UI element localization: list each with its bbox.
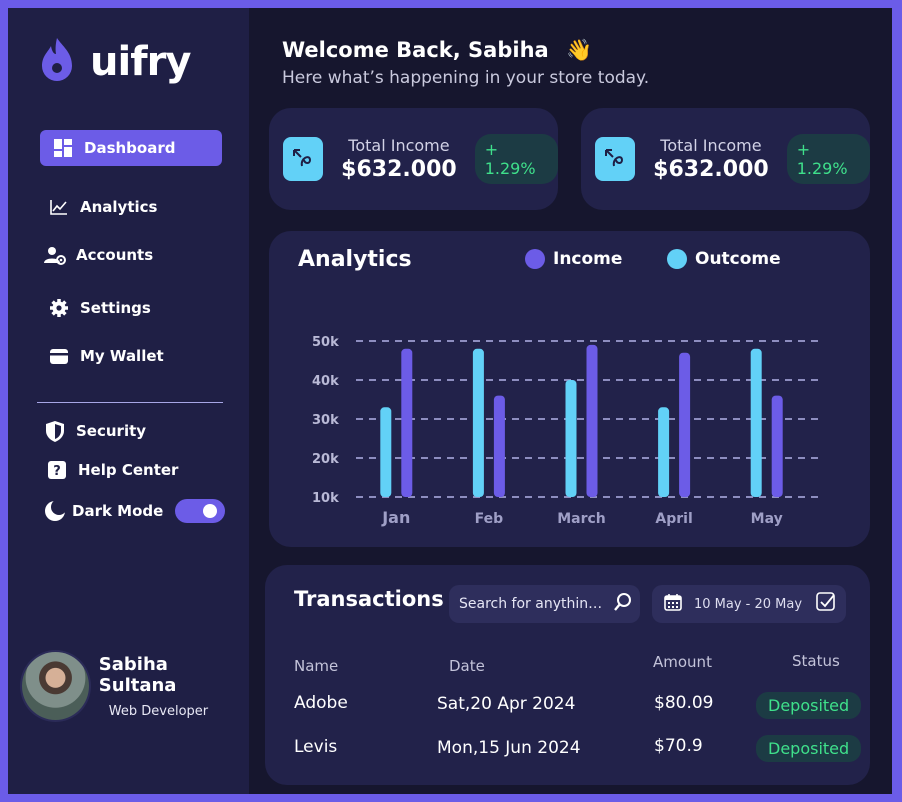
status-badge: Deposited (756, 735, 862, 762)
y-tick-label: 10k (312, 491, 339, 506)
calendar-icon (664, 593, 682, 615)
bar-outcome-jan[interactable] (380, 407, 392, 497)
sidebar-item-label: Security (76, 422, 147, 440)
income-label: Total Income (348, 136, 450, 155)
brand-name: uifry (90, 39, 191, 85)
bar-income-april[interactable] (679, 352, 691, 497)
row-name: Levis (294, 737, 338, 757)
accounts-icon (44, 244, 66, 266)
column-header-date: Date (449, 657, 485, 675)
bar-outcome-march[interactable] (565, 380, 577, 497)
sidebar-item-analytics[interactable]: Analytics (40, 189, 222, 225)
income-card[interactable]: Total Income $632.000 + 1.29% (581, 108, 870, 210)
y-tick-label: 50k (312, 335, 339, 350)
row-name: Adobe (294, 693, 348, 713)
income-arrow-icon (595, 137, 636, 181)
toggle-knob (203, 504, 218, 518)
bar-income-may[interactable] (771, 395, 783, 497)
change-badge: + 1.29% (474, 134, 558, 184)
sidebar-item-label: Help Center (78, 461, 179, 479)
bar-outcome-may[interactable] (750, 348, 762, 497)
sidebar-item-label: Dark Mode (72, 502, 164, 520)
svg-text:?: ? (53, 464, 61, 479)
dark-mode-toggle[interactable] (175, 499, 226, 523)
profile-name: Sabiha Sultana (98, 653, 177, 696)
transactions-title: Transactions (294, 587, 444, 611)
sidebar-item-wallet[interactable]: My Wallet (40, 338, 222, 374)
status-badge: Deposited (756, 692, 862, 719)
row-amount: $80.09 (654, 693, 714, 713)
brand-logo[interactable]: uifry (38, 36, 191, 88)
income-label: Total Income (660, 136, 762, 155)
bar-income-march[interactable] (586, 344, 598, 497)
wave-emoji-icon: 👋 (566, 38, 593, 62)
checkbox-icon[interactable] (816, 592, 836, 616)
income-arrow-icon (283, 137, 324, 181)
sidebar-item-label: My Wallet (80, 347, 164, 365)
sidebar-item-security[interactable]: Security (40, 413, 222, 449)
bar-income-jan[interactable] (401, 348, 413, 497)
bar-income-feb[interactable] (493, 395, 505, 497)
x-tick-label: Feb (475, 511, 504, 527)
y-tick-label: 30k (312, 413, 339, 428)
row-date: Mon,15 Jun 2024 (437, 738, 581, 758)
moon-icon (44, 500, 66, 522)
sidebar-item-accounts[interactable]: Accounts (40, 237, 222, 273)
wallet-icon (48, 345, 70, 367)
analytics-panel: Analytics Income Outcome 10k 20k 30k 40k 50k… (269, 231, 870, 547)
search-input[interactable]: Search for anything... (449, 585, 640, 623)
x-tick-label: March (557, 511, 606, 527)
chart-line-icon (48, 196, 70, 218)
bar-outcome-april[interactable] (658, 407, 670, 497)
income-card[interactable]: Total Income $632.000 + 1.29% (269, 108, 558, 210)
column-header-status: Status (792, 652, 840, 670)
sidebar: uifry Dashboard Analytics Accounts Setti (8, 8, 249, 794)
sidebar-item-dashboard[interactable]: Dashboard (40, 130, 222, 166)
x-tick-label: April (655, 511, 692, 527)
flame-logo-icon (38, 36, 76, 88)
app-window: uifry Dashboard Analytics Accounts Setti (8, 8, 892, 794)
row-date: Sat,20 Apr 2024 (437, 694, 576, 714)
avatar (20, 650, 91, 722)
row-amount: $70.9 (654, 736, 703, 756)
bar-outcome-feb[interactable] (472, 348, 484, 497)
sidebar-item-label: Accounts (76, 246, 154, 264)
sidebar-divider (37, 402, 223, 403)
page-title: Welcome Back, Sabiha 👋 (282, 38, 592, 63)
page-subtitle: Here what’s happening in your store toda… (282, 68, 650, 88)
search-placeholder: Search for anything... (459, 596, 609, 612)
sidebar-item-label: Settings (80, 299, 151, 317)
sidebar-item-dark-mode[interactable]: Dark Mode (40, 493, 240, 529)
change-badge: + 1.29% (786, 134, 870, 184)
shield-icon (44, 420, 66, 442)
gear-icon (48, 297, 70, 319)
income-value: $632.000 (653, 157, 769, 182)
dashboard-icon (52, 137, 74, 159)
income-value: $632.000 (341, 157, 457, 182)
help-icon: ? (46, 459, 68, 481)
date-range-picker[interactable]: 10 May - 20 May (652, 585, 846, 623)
sidebar-item-label: Dashboard (84, 139, 176, 157)
profile-role: Web Developer (108, 703, 209, 719)
bar-chart: 10k 20k 30k 40k 50k Jan Feb March April May (312, 335, 819, 527)
sidebar-item-label: Analytics (80, 198, 158, 216)
x-tick-label: May (751, 511, 783, 527)
y-tick-label: 40k (312, 374, 339, 389)
search-icon (613, 592, 633, 616)
user-profile[interactable]: Sabiha Sultana Web Developer (20, 650, 249, 722)
y-tick-label: 20k (312, 452, 339, 467)
sidebar-item-settings[interactable]: Settings (40, 290, 222, 326)
column-header-name: Name (294, 657, 339, 675)
welcome-text: Welcome Back, Sabiha (282, 38, 549, 62)
sidebar-item-help-center[interactable]: ? Help Center (40, 452, 222, 488)
column-header-amount: Amount (653, 653, 712, 671)
x-tick-label: Jan (381, 508, 410, 527)
transactions-panel: Transactions Search for anything... 10 M… (265, 565, 870, 785)
date-range-text: 10 May - 20 May (694, 596, 803, 612)
